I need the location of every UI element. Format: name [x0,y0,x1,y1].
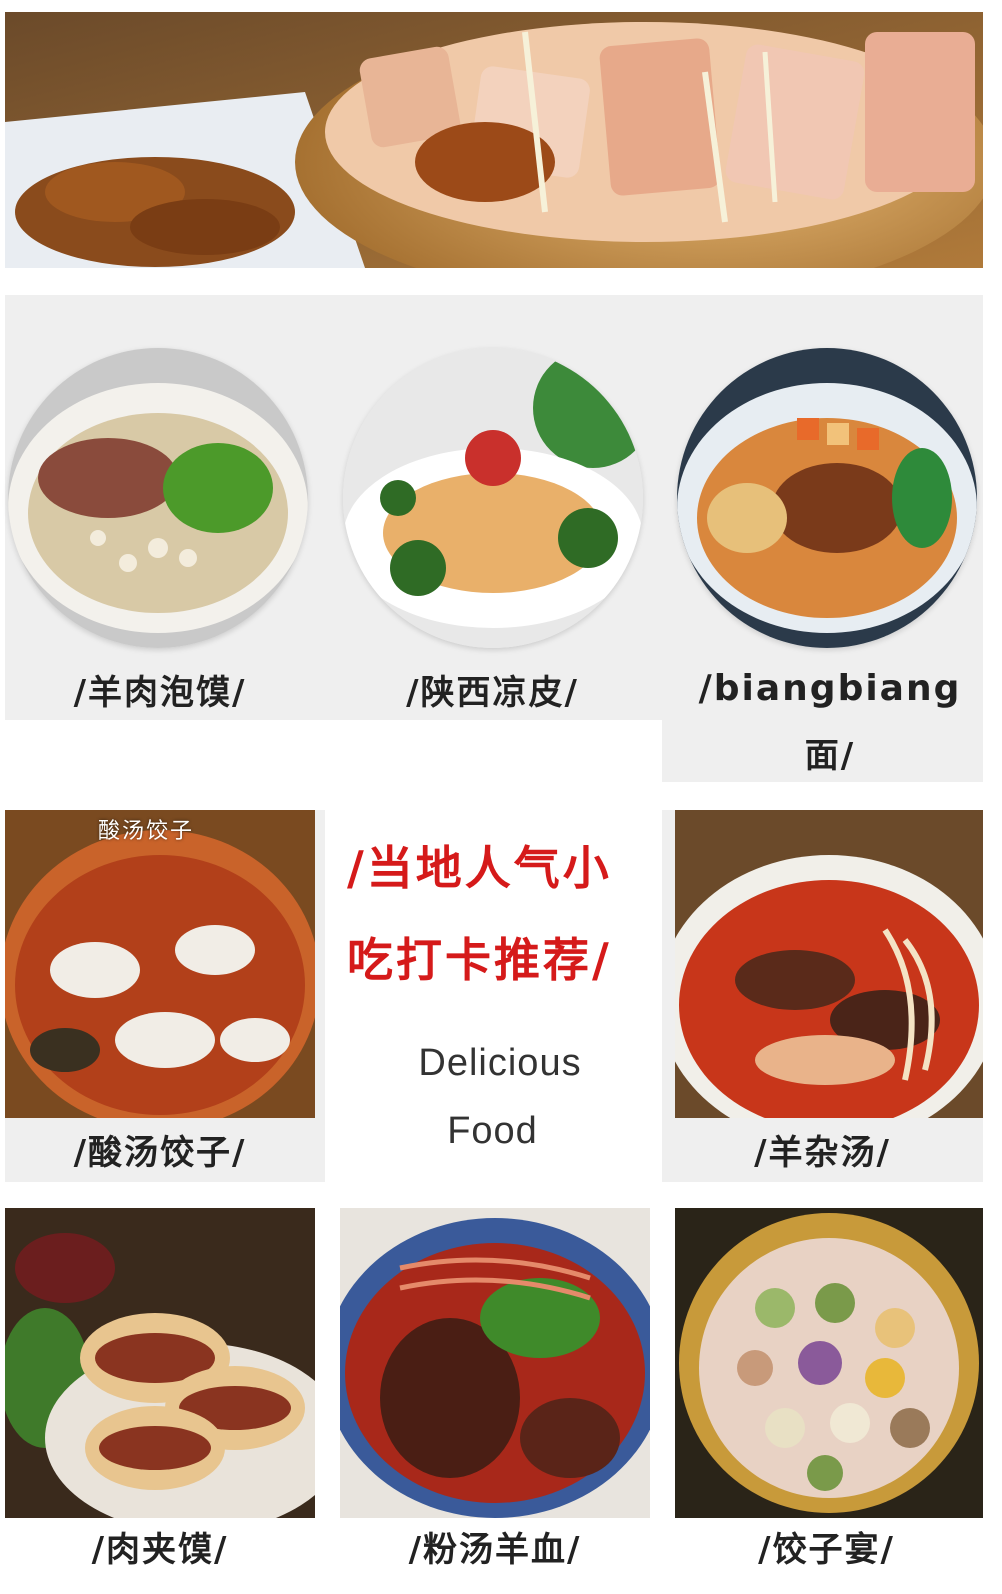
roujiamo-label: /肉夹馍/ [91,1530,229,1570]
jiaozi-yan-photo [675,1208,983,1518]
shaanxi-liangpi-photo [343,348,643,648]
shaanxi-liangpi-label: /陕西凉皮/ [406,673,579,713]
suantang-jiaozi-photo [5,810,315,1118]
yangrou-paomo-label: /羊肉泡馍/ [73,673,247,713]
biangbiang-label-line2: 面/ [804,736,856,776]
subtitle-line2: Food [447,1110,538,1152]
jiaozi-yan-label: /饺子宴/ [758,1530,895,1570]
biangbiang-label-line1: /biangbiang [698,668,962,709]
fentang-yangxue-photo [340,1208,650,1518]
roujiamo-photo [5,1208,315,1518]
headline-line1: /当地人气小 [347,841,612,895]
suantang-jiaozi-photo-caption: 酸汤饺子 [98,819,195,844]
yang-zatang-photo [675,810,983,1118]
headline-line2: 吃打卡推荐/ [347,933,612,987]
suantang-jiaozi-label: /酸汤饺子/ [73,1133,247,1173]
banner-photo [5,12,983,268]
yang-zatang-label: /羊杂汤/ [754,1133,891,1173]
fentang-yangxue-label: /粉汤羊血/ [408,1530,582,1570]
subtitle-line1: Delicious [418,1042,582,1084]
banner-food-illustration [5,12,983,268]
yangrou-paomo-photo [8,348,308,648]
biangbiang-mian-photo [677,348,977,648]
